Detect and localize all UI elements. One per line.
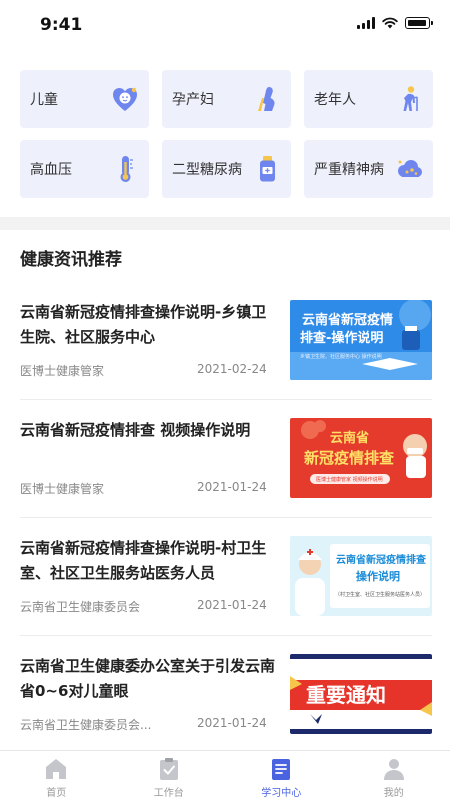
tab-label: 首页 (46, 788, 67, 799)
category-diabetes[interactable]: 二型糖尿病 (162, 140, 291, 198)
news-date: 2021-01-24 (197, 480, 267, 494)
news-thumbnail: 重要通知 (290, 654, 432, 734)
news-thumbnail-text: 云南省新冠疫情排查 (336, 553, 427, 566)
news-thumbnail-text: 重要通知 (306, 683, 386, 707)
news-thumbnail: 云南省 新冠疫情排查 医博士健康管家 视频操作说明 (290, 418, 432, 498)
news-title: 云南省新冠疫情排查 视频操作说明 (20, 421, 251, 439)
tab-workbench[interactable]: 工作台 (113, 751, 226, 800)
category-elderly[interactable]: 老年人 (304, 70, 433, 128)
tab-learning-center[interactable]: 学习中心 (225, 751, 338, 800)
news-item[interactable]: 云南省新冠疫情排查 视频操作说明 医博士健康管家 2021-01-24 云南省 … (20, 400, 432, 518)
news-source: 医博士健康管家 (20, 364, 105, 378)
category-maternal[interactable]: 孕产妇 (162, 70, 291, 128)
category-grid: 儿童 孕产妇 老年人 高血压 二型糖尿病 严重精神病 (20, 70, 434, 198)
bottom-tab-bar: 首页 工作台 学习中心 我的 (0, 750, 450, 800)
news-item[interactable]: 云南省新冠疫情排查操作说明-村卫生室、社区卫生服务站医务人员 云南省卫生健康委员… (20, 518, 432, 636)
section-title: 健康资讯推荐 (20, 250, 122, 270)
tab-mine[interactable]: 我的 (338, 751, 450, 800)
wifi-icon (382, 17, 398, 29)
category-mental-illness[interactable]: 严重精神病 (304, 140, 433, 198)
clipboard-check-icon (159, 758, 178, 780)
news-date: 2021-01-24 (197, 598, 267, 612)
category-label: 儿童 (30, 92, 58, 108)
news-title: 云南省新冠疫情排查操作说明-村卫生室、社区卫生服务站医务人员 (20, 539, 267, 582)
tab-label: 我的 (383, 788, 404, 799)
news-thumbnail-text: 云南省 (330, 430, 369, 446)
news-item[interactable]: 云南省卫生健康委办公室关于引发云南省0~6对儿童眼 云南省卫生健康委员会... … (20, 636, 432, 754)
status-time: 9:41 (40, 15, 83, 35)
person-icon (383, 759, 404, 780)
tab-label: 工作台 (153, 788, 184, 799)
tab-home[interactable]: 首页 (0, 751, 113, 800)
news-source: 云南省卫生健康委员会 (20, 600, 141, 614)
category-label: 严重精神病 (314, 162, 384, 178)
status-bar: 9:41 (0, 0, 450, 50)
news-thumbnail: 云南省新冠疫情 排查-操作说明 乡镇卫生院、社区服务中心 操作说明 (290, 300, 432, 380)
news-date: 2021-02-24 (197, 362, 267, 376)
news-source: 医博士健康管家 (20, 482, 105, 496)
document-icon (272, 759, 291, 780)
news-thumbnail-subtext: 乡镇卫生院、社区服务中心 操作说明 (300, 353, 382, 360)
category-label: 高血压 (30, 162, 72, 178)
news-thumbnail-text: 排查-操作说明 (300, 330, 383, 346)
news-title: 云南省新冠疫情排查操作说明-乡镇卫生院、社区服务中心 (20, 303, 267, 346)
home-icon (46, 759, 67, 779)
medicine-bottle-icon (260, 156, 275, 182)
section-divider (0, 217, 450, 230)
news-title: 云南省卫生健康委办公室关于引发云南省0~6对儿童眼 (20, 657, 276, 700)
tab-label: 学习中心 (261, 788, 302, 799)
category-label: 老年人 (314, 92, 356, 108)
category-hypertension[interactable]: 高血压 (20, 140, 149, 198)
cellular-signal-icon (357, 17, 375, 29)
news-thumbnail-subtext: （村卫生室、社区卫生服务站医务人员） (335, 591, 425, 598)
baby-heart-icon (113, 87, 137, 111)
news-date: 2021-01-24 (197, 716, 267, 730)
news-thumbnail-text: 操作说明 (356, 569, 400, 583)
news-source: 云南省卫生健康委员会... (20, 718, 152, 732)
category-children[interactable]: 儿童 (20, 70, 149, 128)
category-label: 二型糖尿病 (172, 162, 242, 178)
news-thumbnail-text: 云南省新冠疫情 (302, 312, 393, 328)
cloud-brain-icon (398, 160, 422, 177)
battery-icon (405, 17, 433, 29)
elderly-person-icon (403, 86, 418, 111)
pregnant-woman-icon (258, 87, 275, 111)
status-icons (357, 17, 433, 29)
category-label: 孕产妇 (172, 92, 214, 108)
news-thumbnail: 云南省新冠疫情排查 操作说明 （村卫生室、社区卫生服务站医务人员） (290, 536, 432, 616)
news-item[interactable]: 云南省新冠疫情排查操作说明-乡镇卫生院、社区服务中心 医博士健康管家 2021-… (20, 282, 432, 400)
news-thumbnail-subtext: 医博士健康管家 视频操作说明 (316, 476, 383, 483)
thermometer-icon (120, 156, 133, 182)
news-thumbnail-text: 新冠疫情排查 (304, 449, 395, 467)
